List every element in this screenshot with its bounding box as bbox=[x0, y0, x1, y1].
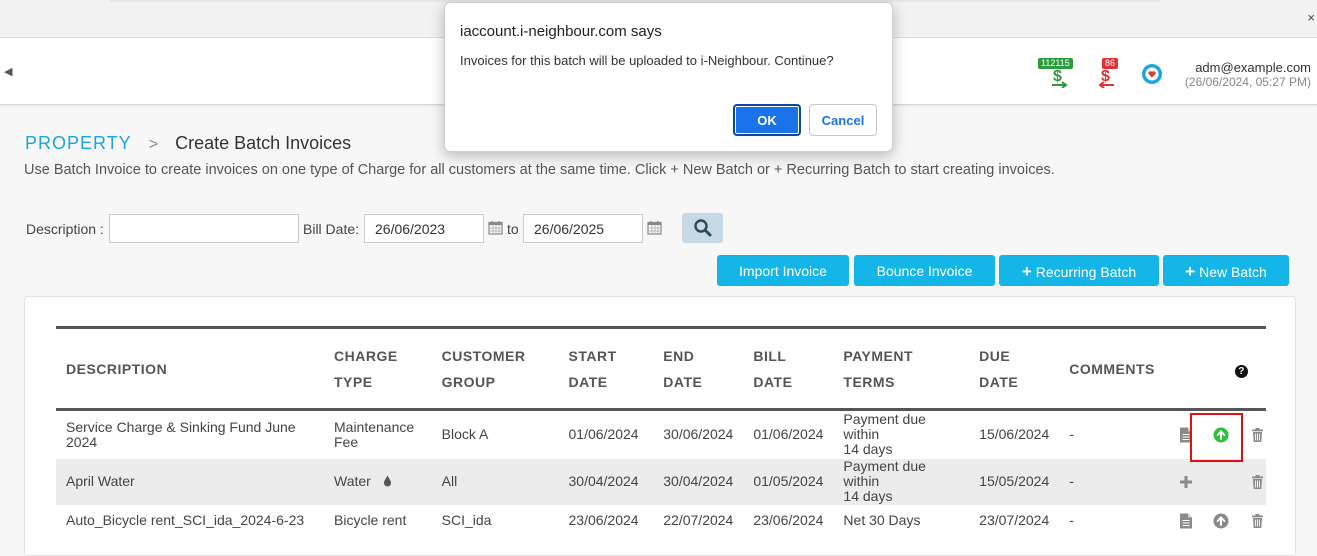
row-charge-type: Water bbox=[324, 459, 432, 505]
new-batch-button[interactable]: + New Batch bbox=[1163, 255, 1289, 286]
row-bill-date: 01/05/2024 bbox=[753, 473, 824, 489]
help-icon[interactable]: ? bbox=[1235, 364, 1248, 378]
close-icon[interactable]: × bbox=[1307, 10, 1315, 25]
dialog-cancel-button[interactable]: Cancel bbox=[809, 104, 877, 136]
description-label: Description : bbox=[26, 221, 104, 237]
row-comments: - bbox=[1069, 512, 1074, 528]
col-header-bill-date[interactable]: BILL DATE bbox=[743, 328, 833, 410]
collapse-sidebar-icon[interactable]: ◀ bbox=[4, 65, 12, 78]
breadcrumb-separator: > bbox=[148, 136, 159, 153]
dollar-out-icon: $ bbox=[1098, 68, 1114, 88]
description-input[interactable] bbox=[109, 214, 299, 243]
to-label: to bbox=[507, 221, 519, 237]
import-invoice-label: Import Invoice bbox=[739, 263, 827, 279]
calendar-icon[interactable] bbox=[647, 220, 662, 235]
col-header-start-date[interactable]: START DATE bbox=[559, 328, 654, 410]
table-row[interactable]: April Water Water All 30/04/2024 30/04/2… bbox=[56, 458, 1266, 505]
row-end-date: 22/07/2024 bbox=[663, 512, 734, 528]
upload-icon[interactable] bbox=[1213, 513, 1229, 529]
row-actions bbox=[1165, 459, 1266, 505]
col-header-description[interactable]: DESCRIPTION bbox=[56, 328, 324, 410]
user-login-time: (26/06/2024, 05:27 PM) bbox=[1184, 75, 1311, 89]
dialog-message: Invoices for this batch will be uploaded… bbox=[460, 53, 834, 68]
col-header-actions: ? bbox=[1165, 328, 1266, 410]
col-header-end-date[interactable]: END DATE bbox=[653, 328, 743, 410]
red-dollar-icon[interactable]: 86 $ bbox=[1094, 58, 1124, 88]
col-header-due-date[interactable]: DUE DATE bbox=[969, 328, 1059, 410]
row-bill-date: 01/06/2024 bbox=[753, 426, 824, 443]
water-drop-icon bbox=[383, 475, 391, 487]
heart-chat-icon[interactable] bbox=[1141, 63, 1163, 85]
row-customer-group: Block A bbox=[441, 426, 489, 443]
table-row[interactable]: Auto_Bicycle rent_SCI_ida_2024-6-23 Bicy… bbox=[56, 505, 1266, 537]
svg-text:$: $ bbox=[1053, 68, 1062, 85]
dialog-ok-button[interactable]: OK bbox=[733, 104, 801, 136]
row-start-date: 01/06/2024 bbox=[568, 426, 639, 443]
row-payment-terms: Payment due within 14 days bbox=[843, 458, 926, 504]
search-icon bbox=[693, 219, 711, 237]
col-header-customer-group[interactable]: CUSTOMER GROUP bbox=[432, 328, 559, 410]
col-header-payment-terms[interactable]: PAYMENT TERMS bbox=[833, 328, 969, 410]
bill-date-from-input[interactable] bbox=[364, 214, 484, 243]
row-description: April Water bbox=[66, 473, 135, 489]
page-intro-text: Use Batch Invoice to create invoices on … bbox=[24, 162, 1055, 178]
bounce-invoice-label: Bounce Invoice bbox=[876, 263, 973, 279]
row-customer-group: All bbox=[441, 473, 458, 489]
row-description: Service Charge & Sinking Fund June 2024 bbox=[66, 418, 296, 450]
row-actions bbox=[1165, 505, 1266, 537]
user-email[interactable]: adm@example.com bbox=[1195, 60, 1311, 75]
row-end-date: 30/06/2024 bbox=[663, 426, 734, 443]
new-batch-label: New Batch bbox=[1199, 264, 1267, 280]
plus-icon[interactable] bbox=[1179, 475, 1193, 489]
green-dollar-icon[interactable]: 112115 $ bbox=[1038, 58, 1078, 88]
table-row[interactable]: Service Charge & Sinking Fund June 2024 … bbox=[56, 410, 1266, 459]
batch-invoice-table: DESCRIPTION CHARGE TYPE CUSTOMER GROUP STA… bbox=[56, 326, 1266, 537]
plus-icon: + bbox=[1021, 262, 1032, 281]
row-start-date: 23/06/2024 bbox=[568, 512, 639, 528]
calendar-icon[interactable] bbox=[488, 220, 503, 235]
row-comments: - bbox=[1069, 426, 1074, 443]
row-bill-date: 23/06/2024 bbox=[753, 512, 824, 528]
bill-date-to-input[interactable] bbox=[523, 214, 643, 243]
document-icon[interactable] bbox=[1179, 512, 1193, 529]
row-payment-terms: Payment due within 14 days bbox=[843, 411, 926, 458]
row-actions bbox=[1165, 410, 1266, 459]
dialog-title: iaccount.i-neighbour.com says bbox=[460, 23, 662, 40]
search-button[interactable] bbox=[682, 213, 723, 243]
upload-icon[interactable] bbox=[1213, 427, 1229, 443]
table-header-row: DESCRIPTION CHARGE TYPE CUSTOMER GROUP STA… bbox=[56, 327, 1266, 410]
row-due-date: 15/06/2024 bbox=[979, 426, 1050, 443]
row-customer-group: SCI_ida bbox=[441, 512, 492, 528]
row-due-date: 15/05/2024 bbox=[979, 473, 1050, 489]
row-end-date: 30/04/2024 bbox=[663, 473, 734, 489]
row-due-date: 23/07/2024 bbox=[979, 512, 1050, 528]
plus-icon: + bbox=[1185, 262, 1196, 281]
trash-icon[interactable] bbox=[1251, 513, 1264, 528]
trash-icon[interactable] bbox=[1251, 427, 1264, 442]
breadcrumb: PROPERTY > Create Batch Invoices bbox=[25, 133, 351, 154]
col-header-comments[interactable]: COMMENTS bbox=[1059, 328, 1165, 410]
document-icon[interactable] bbox=[1179, 426, 1193, 443]
trash-icon[interactable] bbox=[1251, 474, 1264, 489]
page-title: Create Batch Invoices bbox=[175, 133, 352, 153]
col-header-charge-type[interactable]: CHARGE TYPE bbox=[324, 328, 432, 410]
row-description: Auto_Bicycle rent_SCI_ida_2024-6-23 bbox=[66, 512, 305, 528]
row-comments: - bbox=[1069, 473, 1074, 489]
confirm-dialog: iaccount.i-neighbour.com says Invoices f… bbox=[444, 2, 893, 152]
recurring-batch-label: Recurring Batch bbox=[1035, 264, 1137, 280]
row-start-date: 30/04/2024 bbox=[568, 473, 639, 489]
recurring-batch-button[interactable]: + Recurring Batch bbox=[999, 255, 1159, 286]
import-invoice-button[interactable]: Import Invoice bbox=[717, 255, 849, 286]
row-payment-terms: Net 30 Days bbox=[843, 512, 921, 528]
batch-table-panel: DESCRIPTION CHARGE TYPE CUSTOMER GROUP STA… bbox=[24, 296, 1296, 556]
row-charge-type: Maintenance Fee bbox=[334, 418, 415, 450]
row-charge-type: Bicycle rent bbox=[334, 512, 407, 528]
bounce-invoice-button[interactable]: Bounce Invoice bbox=[854, 255, 995, 286]
bill-date-label: Bill Date: bbox=[303, 221, 360, 237]
breadcrumb-property-link[interactable]: PROPERTY bbox=[25, 133, 132, 153]
dollar-in-icon: $ bbox=[1052, 68, 1068, 88]
